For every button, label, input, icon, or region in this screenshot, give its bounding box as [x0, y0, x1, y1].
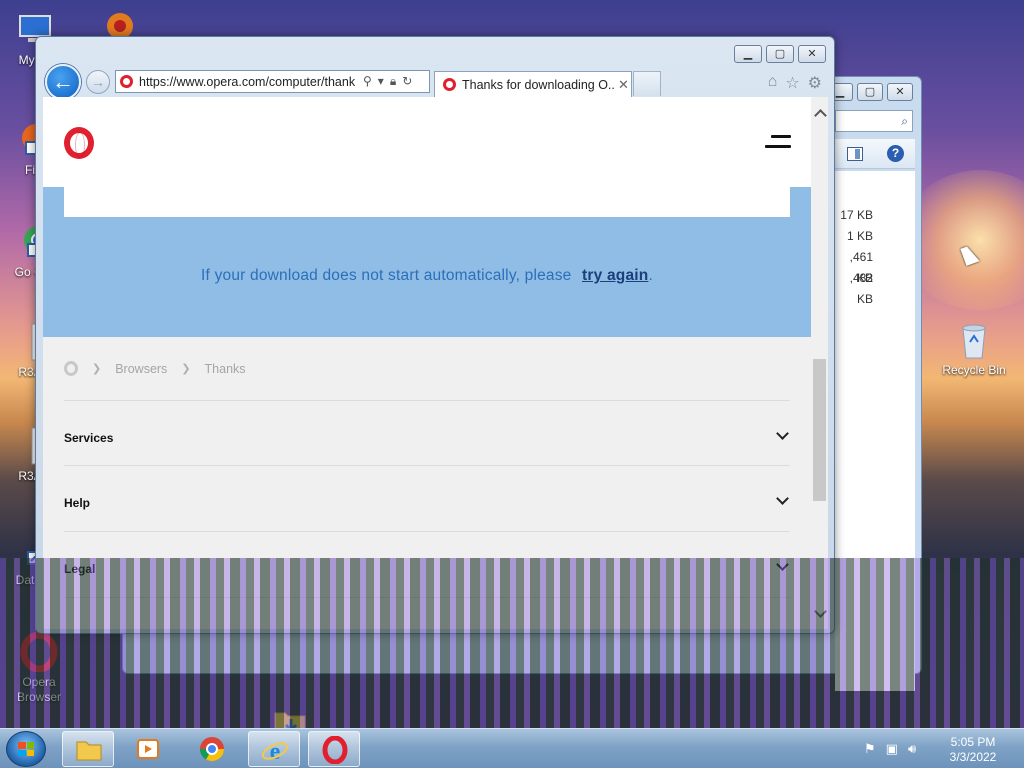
- file-size: 1 KB: [846, 229, 873, 243]
- browser-maximize-button[interactable]: ▢: [766, 45, 794, 63]
- folder-icon[interactable]: [273, 709, 307, 728]
- desktop-icon-label: DataW: [15, 573, 53, 587]
- browser-minimize-button[interactable]: ▁: [734, 45, 762, 63]
- volume-icon[interactable]: 🔊︎: [908, 741, 916, 757]
- media-player-icon: [137, 739, 159, 759]
- back-button[interactable]: ←: [45, 64, 81, 100]
- desktop-icon-label: Recycle Bin: [942, 363, 1006, 377]
- file-size: ,482 KB: [849, 271, 873, 306]
- footer-section-label: Services: [64, 431, 114, 445]
- footer-section-label: Help: [64, 496, 91, 510]
- forward-button[interactable]: →: [86, 70, 110, 94]
- download-banner: If your download does not start automati…: [43, 187, 811, 337]
- scroll-down-icon[interactable]: [814, 607, 826, 619]
- banner-card: [64, 187, 790, 217]
- address-text[interactable]: https://www.opera.com/computer/thank: [139, 75, 359, 89]
- try-again-link[interactable]: try again: [582, 267, 648, 284]
- hamburger-menu-icon[interactable]: [765, 135, 791, 149]
- system-tray: ⚑ ▣ 🔊︎: [864, 741, 916, 757]
- retry-end: .: [648, 267, 653, 284]
- page-scrollbar[interactable]: [811, 97, 828, 629]
- chevron-right-icon: ❯: [181, 363, 191, 375]
- opera-icon: [20, 632, 58, 672]
- taskbar-chrome[interactable]: [186, 731, 238, 767]
- browser-window-controls: ▁ ▢ ✕: [734, 45, 826, 63]
- desktop-icon-recycle-bin[interactable]: Recycle Bin: [936, 320, 1012, 378]
- new-tab-button[interactable]: [633, 71, 661, 96]
- tab-close-icon[interactable]: ✕: [618, 77, 629, 93]
- windows-logo-icon: [18, 742, 34, 756]
- browser-close-button[interactable]: ✕: [798, 45, 826, 63]
- folder-icon: [76, 741, 102, 761]
- explorer-window-controls: ▁ ▢ ✕: [827, 83, 913, 101]
- explorer-maximize-button[interactable]: ▢: [857, 83, 883, 101]
- start-button[interactable]: [6, 731, 46, 767]
- tab-opera-thanks[interactable]: Thanks for downloading O... ✕: [434, 71, 632, 97]
- browser-window[interactable]: ▁ ▢ ✕ ← → https://www.opera.com/computer…: [35, 36, 835, 634]
- address-bar[interactable]: https://www.opera.com/computer/thank ⚲ ▾…: [115, 70, 430, 93]
- web-page: If your download does not start automati…: [43, 97, 811, 629]
- taskbar-opera[interactable]: [308, 731, 360, 767]
- gear-icon[interactable]: ⚙: [808, 73, 822, 93]
- lock-icon[interactable]: 🔒︎: [390, 74, 396, 89]
- refresh-icon[interactable]: ↻: [402, 74, 412, 89]
- taskbar-media-player[interactable]: [122, 731, 174, 767]
- desktop-icon-opera[interactable]: Opera Browser: [1, 632, 77, 705]
- taskbar-explorer[interactable]: [62, 731, 114, 767]
- opera-icon: [322, 736, 348, 764]
- dropdown-icon[interactable]: ▾: [378, 74, 384, 89]
- site-favicon-icon: [120, 75, 133, 88]
- internet-explorer-icon: e: [261, 739, 289, 764]
- chevron-down-icon: [776, 494, 790, 508]
- explorer-size-column: 17 KB 1 KB ,461 KB ,482 KB: [835, 205, 915, 306]
- home-icon[interactable]: ⌂: [768, 73, 778, 93]
- chevron-right-icon: ❯: [92, 363, 102, 375]
- network-icon[interactable]: ▣: [886, 741, 898, 757]
- opera-logo-icon[interactable]: [64, 127, 94, 159]
- breadcrumb-home-icon[interactable]: [64, 361, 78, 376]
- breadcrumb-thanks: Thanks: [204, 361, 246, 376]
- desktop: My Co Fir Go Chr R3A R3A DataW Opera Bro…: [0, 0, 1024, 728]
- search-icon: ⌕: [901, 114, 908, 128]
- footer-section-label: Legal: [64, 562, 96, 576]
- address-bar-actions: ⚲ ▾ 🔒︎ ↻: [363, 74, 412, 89]
- help-icon[interactable]: ?: [887, 145, 904, 162]
- footer-section-services[interactable]: Services: [64, 400, 790, 466]
- footer-section-help[interactable]: Help: [64, 465, 790, 531]
- clock-date: 3/3/2022: [949, 750, 997, 764]
- file-size: 17 KB: [840, 208, 873, 222]
- chevron-down-icon: [776, 560, 790, 574]
- preview-pane-icon[interactable]: [847, 147, 863, 161]
- chevron-down-icon: [776, 429, 790, 443]
- page-header: [43, 97, 811, 187]
- back-arrow-icon: ←: [52, 69, 74, 94]
- clock[interactable]: 5:05 PM 3/3/2022: [938, 735, 1008, 765]
- browser-tools: ⌂ ☆ ⚙: [768, 73, 822, 93]
- recycle-bin-icon: [962, 324, 986, 359]
- explorer-close-button[interactable]: ✕: [887, 83, 913, 101]
- clock-time: 5:05 PM: [950, 735, 996, 749]
- retry-text: If your download does not start automati…: [201, 267, 572, 284]
- file-size: ,461 KB: [849, 250, 873, 285]
- footer-divider: [64, 597, 790, 629]
- desktop-icon-label: Opera Browser: [16, 675, 61, 704]
- search-icon[interactable]: ⚲: [363, 74, 372, 89]
- breadcrumb: ❯ Browsers ❯ Thanks: [64, 361, 246, 376]
- retry-message: If your download does not start automati…: [43, 267, 811, 285]
- scrollbar-thumb[interactable]: [813, 359, 826, 501]
- explorer-toolbar: ?: [835, 139, 915, 169]
- favorites-star-icon[interactable]: ☆: [785, 73, 799, 93]
- chrome-icon: [200, 737, 224, 762]
- scroll-up-icon[interactable]: [814, 107, 826, 119]
- tab-favicon-icon: [443, 78, 456, 91]
- taskbar: e ⚑ ▣ 🔊︎ 5:05 PM 3/3/2022: [0, 728, 1024, 768]
- forward-arrow-icon: →: [91, 74, 105, 90]
- action-center-flag-icon[interactable]: ⚑: [864, 741, 876, 757]
- tab-title: Thanks for downloading O...: [462, 77, 614, 92]
- breadcrumb-browsers[interactable]: Browsers: [115, 362, 167, 376]
- explorer-search-input[interactable]: ⌕: [835, 110, 913, 132]
- taskbar-internet-explorer[interactable]: e: [248, 731, 300, 767]
- footer-section-legal[interactable]: Legal: [64, 531, 790, 597]
